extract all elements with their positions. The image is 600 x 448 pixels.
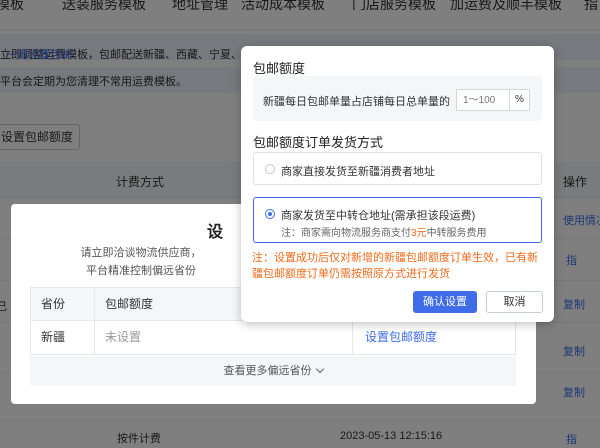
cancel-button[interactable]: 取消	[486, 291, 543, 313]
option-transit-warehouse-label: 商家发货至中转仓地址(需承担该段运费)	[281, 210, 476, 222]
radio-unchecked[interactable]	[265, 164, 275, 174]
option-transit-warehouse[interactable]: 商家发货至中转仓地址(需承担该段运费) 注：商家需向物流服务商支付3元中转服务费…	[253, 197, 542, 243]
option-direct-ship-label: 商家直接发货至新疆消费者地址	[281, 166, 435, 178]
province-cell: 新疆	[31, 321, 95, 354]
percent-unit: %	[509, 90, 529, 110]
option-direct-ship[interactable]: 商家直接发货至新疆消费者地址	[253, 152, 542, 185]
section-title-quota: 包邮额度	[253, 61, 306, 76]
ratio-setting-box: 新疆每日包邮单量占店铺每日总单量的 %	[253, 76, 542, 121]
ratio-label: 新疆每日包邮单量占店铺每日总单量的	[263, 96, 450, 108]
ratio-input[interactable]	[457, 90, 509, 110]
set-quota-link[interactable]: 设置包邮额度	[353, 321, 517, 354]
quota-cell: 未设置	[95, 321, 353, 354]
dialog-title: 设	[207, 224, 224, 241]
table-row: 新疆 未设置 设置包邮额度	[31, 321, 515, 354]
dialog-desc-line1: 请立即洽谈物流供应商，	[80, 247, 202, 259]
view-more-label: 查看更多偏远省份	[223, 365, 312, 377]
confirm-settings-button[interactable]: 确认设置	[413, 291, 477, 313]
chevron-down-icon	[315, 364, 324, 374]
ratio-input-group: %	[456, 89, 530, 111]
section-title-shipping-method: 包邮额度订单发货方式	[253, 135, 384, 150]
col-province: 省份	[31, 288, 95, 320]
warning-notice: 注：设置成功后仅对新增的新疆包邮额度订单生效，已有新疆包邮额度订单仍需按照原方式…	[252, 252, 538, 280]
view-more-provinces[interactable]: 查看更多偏远省份	[30, 356, 516, 386]
option-transit-note: 注：商家需向物流服务商支付3元中转服务费用	[281, 228, 487, 239]
dialog-desc-line2: 平台精准控制偏远省份	[86, 265, 196, 277]
radio-checked[interactable]	[265, 209, 275, 219]
quota-settings-dialog: 包邮额度 新疆每日包邮单量占店铺每日总单量的 % 包邮额度订单发货方式 商家直接…	[241, 46, 554, 322]
fee-amount: 3元	[411, 228, 427, 239]
